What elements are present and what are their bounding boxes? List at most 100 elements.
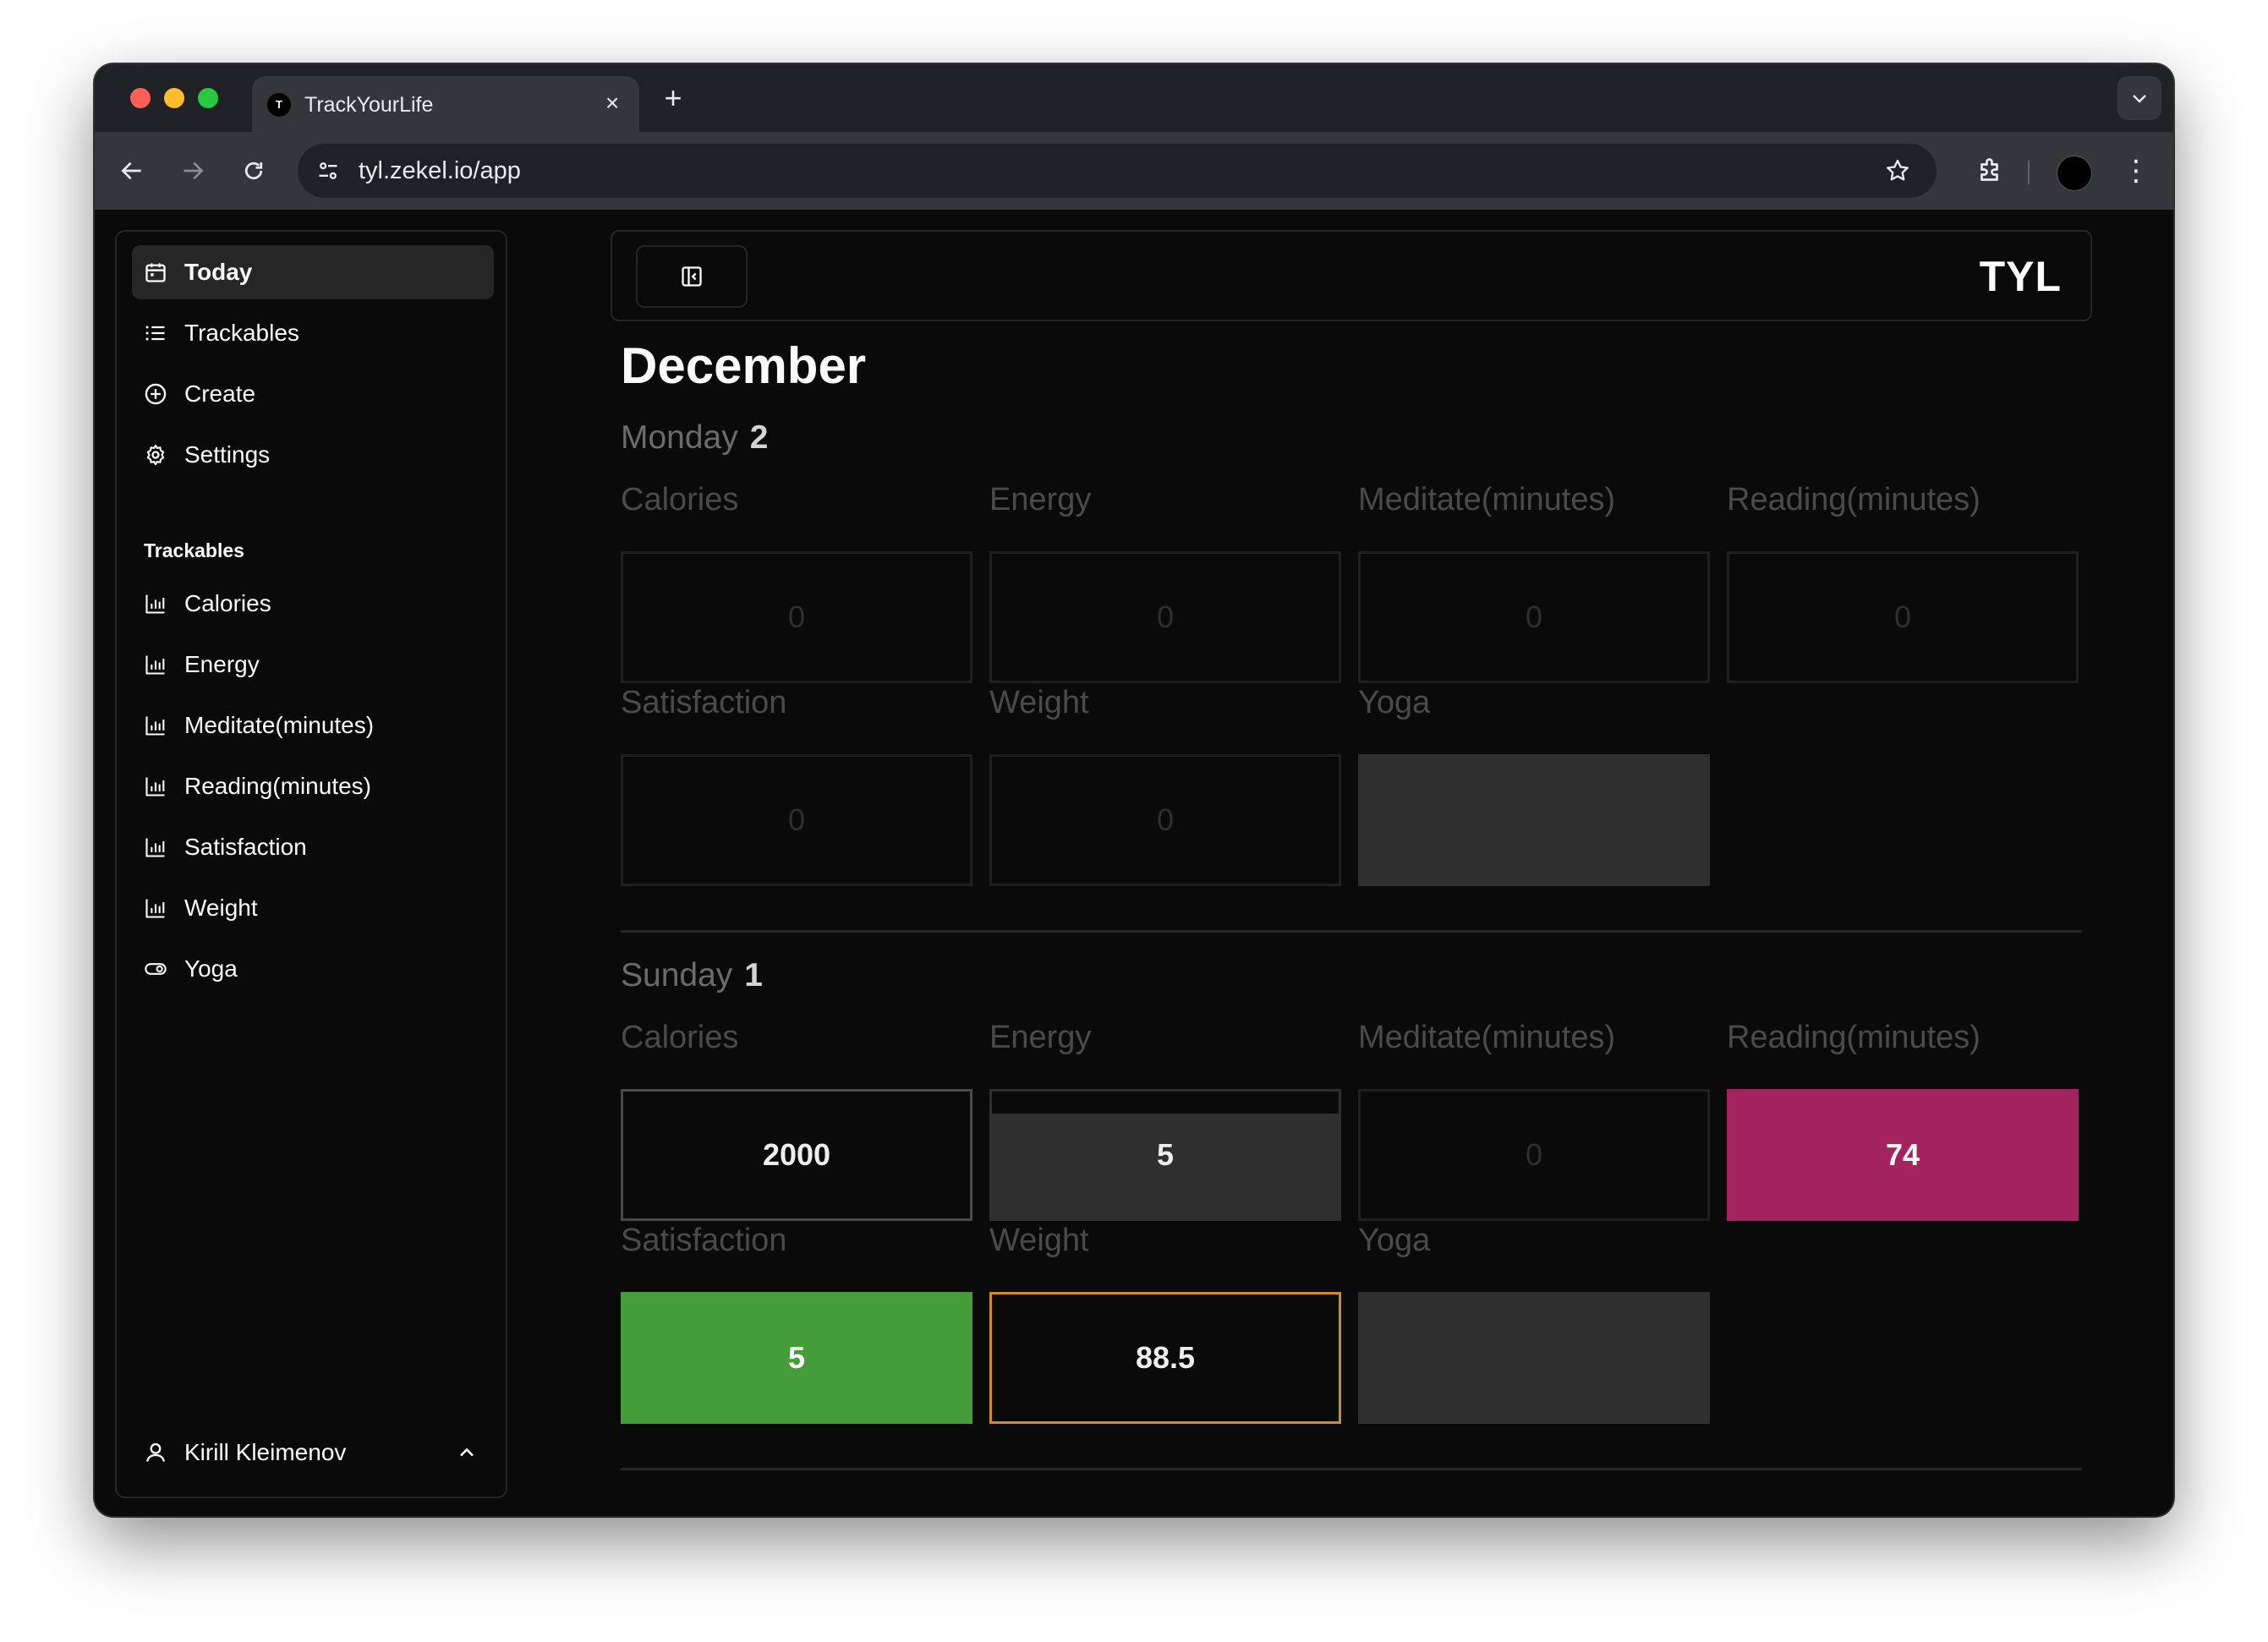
- sidebar-item-settings[interactable]: Settings: [132, 428, 494, 482]
- reload-icon: [244, 161, 263, 180]
- sidebar-item-label: Yoga: [184, 955, 238, 982]
- weekday: Sunday: [621, 957, 733, 993]
- user-menu-button[interactable]: Kirill Kleimenov: [132, 1426, 494, 1480]
- page-title: December: [621, 337, 867, 394]
- day-divider: [621, 1468, 2082, 1470]
- tab-strip: T TrackYourLife × +: [95, 64, 2173, 132]
- trackable-label: Yoga: [1358, 685, 1431, 720]
- yoga-toggle-cell[interactable]: [1358, 1292, 1710, 1424]
- reading-input-cell[interactable]: 0: [1727, 551, 2079, 683]
- satisfaction-input-cell[interactable]: 0: [621, 754, 972, 886]
- browser-tab[interactable]: T TrackYourLife ×: [252, 76, 639, 132]
- sidebar-item-trackables[interactable]: Trackables: [132, 306, 494, 360]
- browser-toolbar: tyl.zekel.io/app ⋮: [95, 132, 2173, 211]
- bar-chart-icon: [145, 777, 165, 796]
- tab-close-icon[interactable]: ×: [597, 88, 627, 118]
- bookmark-star-icon[interactable]: [1884, 152, 1911, 194]
- trackable-label: Yoga: [1358, 1223, 1431, 1258]
- bar-chart-icon: [145, 655, 165, 675]
- sidebar: Today Trackables Create Settings Trackab…: [115, 230, 507, 1498]
- site-info-icon[interactable]: [313, 156, 343, 186]
- day-number: 1: [744, 957, 763, 993]
- reload-button[interactable]: [235, 152, 272, 189]
- sidebar-item-meditate[interactable]: Meditate(minutes): [132, 698, 494, 753]
- energy-input-cell[interactable]: 5: [989, 1089, 1341, 1221]
- gear-icon: [146, 444, 165, 466]
- yoga-toggle-cell[interactable]: [1358, 754, 1710, 886]
- day-number: 2: [749, 419, 769, 456]
- trackable-label: Energy: [989, 1020, 1092, 1055]
- sidebar-toggle-button[interactable]: [636, 245, 748, 308]
- sidebar-item-energy[interactable]: Energy: [132, 638, 494, 692]
- address-bar[interactable]: tyl.zekel.io/app: [298, 144, 1937, 198]
- favicon-icon: T: [267, 93, 291, 117]
- energy-input-cell[interactable]: 0: [989, 551, 1341, 683]
- tab-search-button[interactable]: [2117, 76, 2161, 120]
- maximize-window-button[interactable]: [198, 88, 218, 108]
- sidebar-item-label: Energy: [184, 651, 260, 677]
- sidebar-item-label: Today: [184, 259, 253, 285]
- sidebar-item-reading[interactable]: Reading(minutes): [132, 759, 494, 813]
- profile-avatar[interactable]: [2057, 156, 2092, 191]
- energy-level-gap: [992, 1092, 1339, 1114]
- app-header: TYL: [611, 230, 2092, 321]
- sidebar-item-today[interactable]: Today: [132, 245, 494, 299]
- sidebar-item-label: Reading(minutes): [184, 773, 371, 799]
- tab-title: TrackYourLife: [304, 93, 434, 117]
- sidebar-item-calories[interactable]: Calories: [132, 577, 494, 631]
- back-button[interactable]: [113, 152, 151, 189]
- trackable-label: Calories: [621, 1020, 739, 1055]
- chevron-up-icon: [460, 1448, 474, 1457]
- reading-input-cell[interactable]: 74: [1727, 1089, 2079, 1221]
- satisfaction-input-cell[interactable]: 5: [621, 1292, 972, 1424]
- user-name: Kirill Kleimenov: [184, 1439, 347, 1465]
- sidebar-item-label: Calories: [184, 590, 271, 616]
- trackable-label: Satisfaction: [621, 685, 787, 720]
- new-tab-button[interactable]: +: [656, 81, 690, 115]
- minimize-window-button[interactable]: [164, 88, 184, 108]
- weight-input-cell[interactable]: 0: [989, 754, 1341, 886]
- meditate-input-cell[interactable]: 0: [1358, 1089, 1710, 1221]
- calories-input-cell[interactable]: 0: [621, 551, 972, 683]
- weekday: Monday: [621, 419, 738, 456]
- plus-circle-icon: [145, 383, 167, 405]
- trackables-section-label: Trackables: [144, 539, 244, 561]
- trackable-label: Weight: [989, 685, 1089, 720]
- weight-input-cell[interactable]: 88.5: [989, 1292, 1341, 1424]
- trackable-label: Calories: [621, 482, 739, 517]
- calories-input-cell[interactable]: 2000: [621, 1089, 972, 1221]
- trackable-label: Weight: [989, 1223, 1089, 1258]
- chevron-down-icon: [2133, 95, 2146, 103]
- bar-chart-icon: [145, 716, 165, 736]
- sidebar-item-label: Weight: [184, 895, 258, 921]
- browser-window: T TrackYourLife × + tyl.zekel.io/app ⋮ T…: [95, 64, 2173, 1516]
- browser-menu-icon[interactable]: ⋮: [2121, 152, 2151, 189]
- trackable-label: Meditate(minutes): [1358, 1020, 1616, 1055]
- day-heading: Monday 2: [621, 419, 768, 457]
- list-icon: [145, 326, 165, 341]
- sidebar-item-label: Satisfaction: [184, 834, 307, 860]
- toggle-icon: [145, 963, 167, 975]
- meditate-input-cell[interactable]: 0: [1358, 551, 1710, 683]
- user-icon: [145, 1442, 166, 1462]
- sidebar-item-weight[interactable]: Weight: [132, 881, 494, 935]
- extensions-puzzle-icon[interactable]: [1970, 151, 2011, 191]
- trackable-label: Meditate(minutes): [1358, 482, 1616, 517]
- sidebar-item-satisfaction[interactable]: Satisfaction: [132, 820, 494, 874]
- bar-chart-icon: [145, 838, 165, 857]
- app-logo: TYL: [1979, 253, 2062, 300]
- sidebar-item-yoga[interactable]: Yoga: [132, 942, 494, 996]
- sidebar-item-create[interactable]: Create: [132, 367, 494, 421]
- trackable-label: Energy: [989, 482, 1092, 517]
- bar-chart-icon: [145, 899, 165, 918]
- forward-button[interactable]: [174, 152, 211, 189]
- close-window-button[interactable]: [130, 88, 151, 108]
- trackable-label: Reading(minutes): [1727, 482, 1980, 517]
- energy-value: 5: [1156, 1137, 1175, 1172]
- arrow-left-icon: [121, 161, 141, 180]
- sidebar-item-label: Settings: [184, 441, 271, 468]
- sidebar-item-label: Create: [184, 380, 256, 407]
- trackable-label: Reading(minutes): [1727, 1020, 1980, 1055]
- url-text: tyl.zekel.io/app: [359, 157, 521, 184]
- arrow-right-icon: [184, 161, 204, 180]
